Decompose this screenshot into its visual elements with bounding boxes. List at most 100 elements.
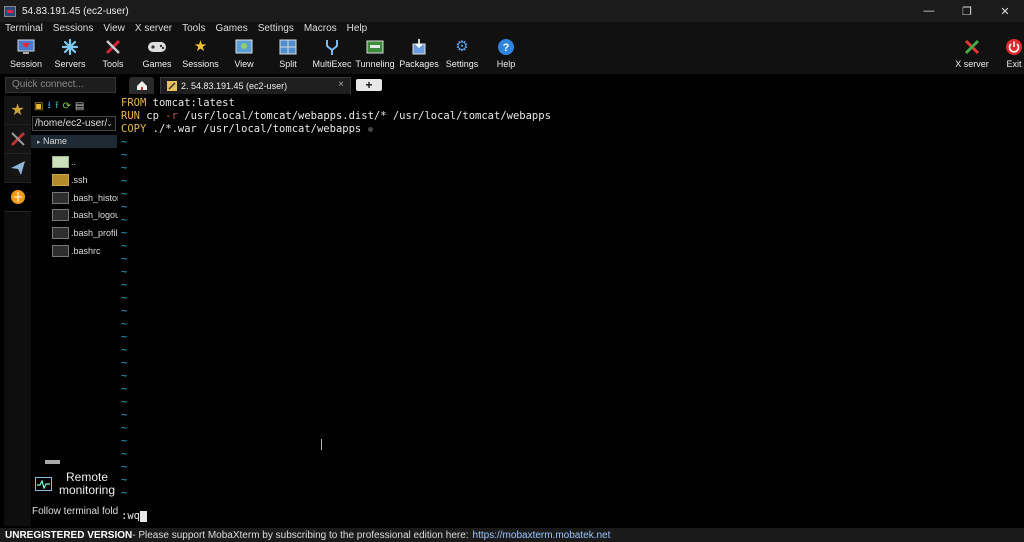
servers-icon bbox=[60, 37, 80, 57]
file-row[interactable]: .. bbox=[52, 155, 76, 169]
star-icon: ★ bbox=[10, 102, 25, 119]
file-row[interactable]: .ssh bbox=[52, 173, 88, 187]
mobaxterm-link[interactable]: https://mobaxterm.mobatek.net bbox=[473, 530, 611, 541]
file-row[interactable]: .bashrc bbox=[52, 244, 101, 258]
window-title: 54.83.191.45 (ec2-user) bbox=[22, 5, 129, 17]
tools-icon bbox=[103, 37, 123, 57]
tools-icon bbox=[10, 131, 25, 147]
x-server-button[interactable]: X server bbox=[954, 37, 990, 73]
star-icon: ★ bbox=[193, 38, 208, 55]
file-icon bbox=[52, 245, 69, 257]
menu-macros[interactable]: Macros bbox=[299, 22, 342, 36]
menu-sessions[interactable]: Sessions bbox=[48, 22, 99, 36]
packages-icon bbox=[409, 37, 429, 57]
column-header-name[interactable]: ▸ Name bbox=[31, 135, 117, 148]
mobaxterm-app-icon bbox=[4, 5, 16, 17]
download-icon[interactable]: ⭳ bbox=[47, 98, 51, 115]
menu-view[interactable]: View bbox=[98, 22, 130, 36]
sidebar-tab-tools[interactable] bbox=[4, 125, 31, 154]
tunneling-icon bbox=[365, 37, 385, 57]
menu-help[interactable]: Help bbox=[342, 22, 373, 36]
menu-x-server[interactable]: X server bbox=[130, 22, 177, 36]
maximize-button[interactable]: ❐ bbox=[948, 0, 986, 22]
x-server-icon bbox=[962, 37, 982, 57]
menu-terminal[interactable]: Terminal bbox=[0, 22, 48, 36]
vim-empty-line: ~ bbox=[121, 435, 128, 447]
vim-empty-line: ~ bbox=[121, 240, 128, 252]
tab-ssh-session[interactable]: 2. 54.83.191.45 (ec2-user) × bbox=[160, 77, 351, 94]
help-button[interactable]: ? Help bbox=[494, 37, 518, 73]
vim-command-line[interactable]: :wq bbox=[121, 510, 147, 523]
tab-bar: 2. 54.83.191.45 (ec2-user) × + bbox=[120, 76, 1024, 94]
file-row[interactable]: .bash_profile bbox=[52, 226, 123, 240]
sidebar-tab-sessions[interactable]: ★ bbox=[4, 96, 31, 125]
session-button[interactable]: Session bbox=[9, 37, 43, 73]
refresh-icon[interactable]: ⟳ bbox=[62, 101, 70, 112]
multiexec-icon bbox=[322, 37, 342, 57]
vim-empty-line: ~ bbox=[121, 448, 128, 460]
settings-button[interactable]: ⚙ Settings bbox=[446, 37, 479, 73]
exit-button[interactable]: Exit bbox=[1004, 37, 1024, 73]
gamepad-icon bbox=[147, 37, 167, 57]
games-button[interactable]: Games bbox=[141, 37, 173, 73]
split-button[interactable]: Split bbox=[277, 37, 299, 73]
vim-empty-line: ~ bbox=[121, 292, 128, 304]
file-icon bbox=[52, 227, 69, 239]
vim-empty-line: ~ bbox=[121, 383, 128, 395]
file-icon bbox=[52, 209, 69, 221]
vim-empty-line: ~ bbox=[121, 149, 128, 161]
close-button[interactable]: ✕ bbox=[986, 0, 1024, 22]
vim-empty-line: ~ bbox=[121, 162, 128, 174]
vim-empty-line: ~ bbox=[121, 214, 128, 226]
file-icon bbox=[52, 192, 69, 204]
new-tab-button[interactable]: + bbox=[356, 79, 382, 91]
minimize-button[interactable]: — bbox=[910, 0, 948, 22]
follow-terminal-folder-checkbox[interactable]: Follow terminal folder bbox=[32, 506, 127, 517]
menu-games[interactable]: Games bbox=[210, 22, 252, 36]
unregistered-label: UNREGISTERED VERSION bbox=[5, 529, 133, 541]
upload-icon[interactable]: ⭱ bbox=[55, 98, 59, 115]
file-row[interactable]: .bash_logout bbox=[52, 208, 123, 222]
sessions-button[interactable]: ★ Sessions bbox=[182, 37, 219, 73]
folder-up-icon[interactable]: ▣ bbox=[34, 101, 43, 112]
sidebar-tab-sftp[interactable] bbox=[4, 183, 31, 212]
window-controls: — ❐ ✕ bbox=[910, 0, 1024, 22]
multiexec-button[interactable]: MultiExec bbox=[312, 37, 352, 73]
view-button[interactable]: View bbox=[232, 37, 256, 73]
ssh-session-icon bbox=[167, 81, 177, 91]
vim-empty-line: ~ bbox=[121, 370, 128, 382]
vim-empty-line: ~ bbox=[121, 227, 128, 239]
sidebar-tab-macros[interactable] bbox=[4, 154, 31, 183]
svg-text:?: ? bbox=[503, 42, 510, 54]
path-field[interactable]: /home/ec2-user/ ⌄ bbox=[32, 116, 116, 131]
terminal-line: FROM tomcat:latest bbox=[121, 97, 235, 109]
sftp-toolbar: ▣ ⭳ ⭱ ⟳ ▤ bbox=[31, 96, 117, 116]
home-tab[interactable] bbox=[129, 77, 154, 94]
terminal-cursor bbox=[139, 510, 147, 522]
tab-close-icon[interactable]: × bbox=[338, 79, 344, 90]
vim-empty-line: ~ bbox=[121, 201, 128, 213]
packages-button[interactable]: Packages bbox=[399, 37, 439, 73]
remote-monitoring-button[interactable]: Remote monitoring bbox=[35, 471, 115, 497]
vim-empty-line: ~ bbox=[121, 409, 128, 421]
vim-empty-line: ~ bbox=[121, 136, 128, 148]
vim-empty-line: ~ bbox=[121, 357, 128, 369]
servers-button[interactable]: Servers bbox=[52, 37, 88, 73]
tab-session-label: 2. 54.83.191.45 (ec2-user) bbox=[181, 81, 288, 91]
file-row[interactable]: .bash_history bbox=[52, 191, 125, 205]
help-icon: ? bbox=[496, 37, 516, 57]
menu-settings[interactable]: Settings bbox=[253, 22, 299, 36]
split-icon bbox=[278, 37, 298, 57]
vim-empty-line: ~ bbox=[121, 253, 128, 265]
tools-button[interactable]: Tools bbox=[98, 37, 128, 73]
quick-connect-input[interactable]: Quick connect... bbox=[5, 77, 116, 93]
horizontal-scrollbar[interactable] bbox=[45, 460, 60, 464]
chevron-down-icon[interactable]: ⌄ bbox=[106, 117, 113, 130]
vim-empty-line: ~ bbox=[121, 331, 128, 343]
menu-tools[interactable]: Tools bbox=[177, 22, 210, 36]
new-folder-icon[interactable]: ▤ bbox=[75, 101, 84, 112]
terminal-area[interactable]: FROM tomcat:latest RUN cp -r /usr/local/… bbox=[118, 96, 1024, 528]
vim-empty-line: ~ bbox=[121, 175, 128, 187]
tunneling-button[interactable]: Tunneling bbox=[355, 37, 395, 73]
vim-empty-line: ~ bbox=[121, 461, 128, 473]
